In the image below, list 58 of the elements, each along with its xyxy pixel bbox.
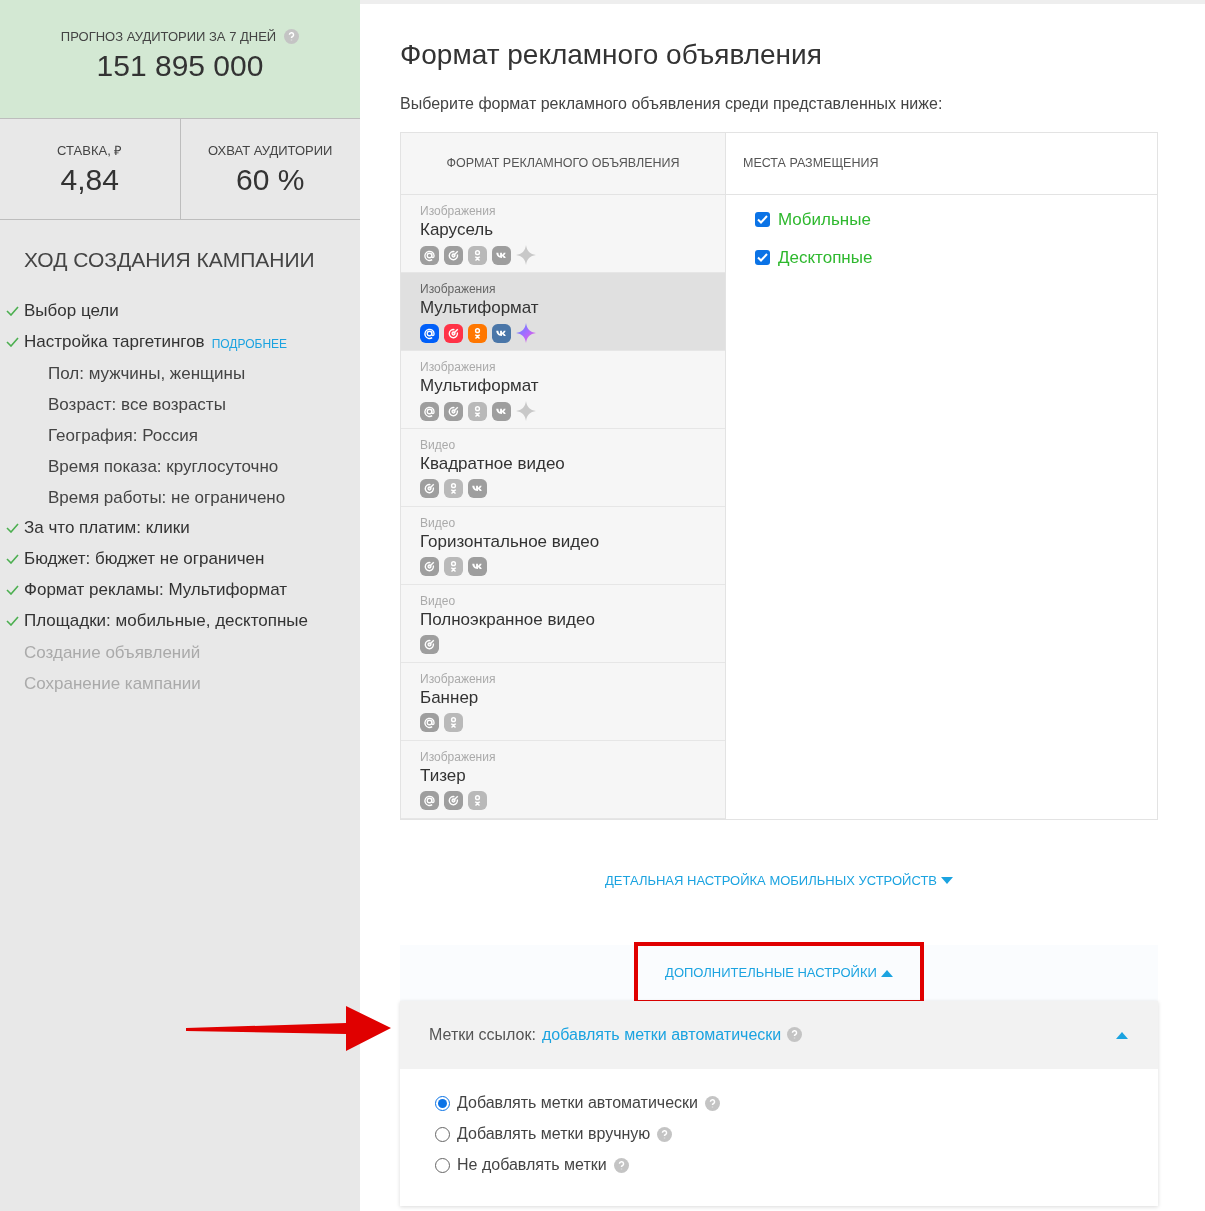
progress-heading: ХОД СОЗДАНИЯ КАМПАНИИ — [24, 247, 316, 273]
step-detail: Время работы: не ограничено — [47, 486, 287, 509]
format-name: Мультиформат — [420, 375, 540, 397]
stat-value: 4,84 — [60, 161, 119, 198]
format-category: Изображения — [420, 204, 497, 218]
format-category: Изображения — [420, 360, 497, 374]
step-text: Площадки: мобильные, десктопные — [24, 610, 308, 633]
forecast-label: ПРОГНОЗ АУДИТОРИИ ЗА 7 ДНЕЙ — [60, 28, 277, 46]
stat-label: СТАВКА, ₽ — [57, 142, 123, 160]
link-tags-header[interactable]: Метки ссылок: добавлять метки автоматически — [400, 1000, 1158, 1069]
radio-label: Добавлять метки автоматически — [457, 1093, 698, 1113]
page-subtitle: Выберите формат рекламного объявления среди представленных ниже: — [400, 94, 944, 114]
caret-icon — [880, 968, 893, 977]
step-text: Настройка таргетингов — [24, 331, 205, 354]
checkmark-icon — [6, 585, 19, 595]
step-text: Бюджет: бюджет не ограничен — [24, 548, 265, 571]
placement-label: Десктопные — [778, 246, 873, 269]
checkmark-icon — [6, 337, 19, 347]
step-detail: Время показа: круглосуточно — [47, 455, 280, 478]
format-name: Баннер — [420, 687, 480, 709]
step-text: Выбор цели — [24, 300, 119, 323]
format-category: Видео — [420, 438, 457, 452]
checkbox[interactable] — [755, 212, 770, 228]
radio-label: Добавлять метки вручную — [457, 1124, 651, 1144]
checkmark-icon — [6, 616, 19, 626]
link-tags-label: Метки ссылок: — [429, 1024, 536, 1045]
stat-label: ОХВАТ АУДИТОРИИ — [208, 142, 333, 160]
checkmark-icon — [6, 554, 19, 564]
format-category: Изображения — [420, 282, 497, 296]
format-category: Изображения — [420, 672, 497, 686]
format-category: Видео — [420, 594, 457, 608]
forecast-value: 151 895 000 — [96, 47, 264, 84]
format-row[interactable]: Изображения Мультиформат — [401, 273, 725, 351]
step-text: Формат рекламы: Мультиформат — [24, 579, 288, 602]
step-text: За что платим: клики — [24, 517, 190, 540]
radio-label: Не добавлять метки — [457, 1155, 607, 1175]
link-tags-value: добавлять метки автоматически — [541, 1024, 782, 1045]
caret-icon — [941, 876, 954, 885]
step-detail: Пол: мужчины, женщины — [47, 362, 247, 385]
checkmark-icon — [6, 306, 19, 316]
step-text: Сохранение кампании — [23, 672, 202, 695]
format-name: Горизонтальное видео — [420, 531, 601, 553]
format-name: Тизер — [420, 765, 467, 787]
column-header: МЕСТА РАЗМЕЩЕНИЯ — [726, 133, 1157, 195]
stat-value: 60 % — [236, 161, 305, 198]
step-text: Создание объявлений — [23, 641, 202, 664]
placement-label: Мобильные — [778, 209, 871, 231]
step-detail: География: Россия — [47, 424, 199, 447]
checkbox[interactable] — [755, 249, 770, 265]
checkmark-icon — [6, 523, 19, 533]
page-title: Формат рекламного объявления — [400, 38, 823, 72]
format-category: Видео — [420, 516, 457, 530]
format-category: Изображения — [420, 750, 497, 764]
format-name: Мультиформат — [420, 297, 540, 319]
format-name: Карусель — [420, 219, 495, 241]
format-name: Квадратное видео — [420, 453, 566, 475]
format-name: Полноэкранное видео — [420, 609, 596, 631]
step-detail: Возраст: все возрасты — [47, 393, 227, 416]
